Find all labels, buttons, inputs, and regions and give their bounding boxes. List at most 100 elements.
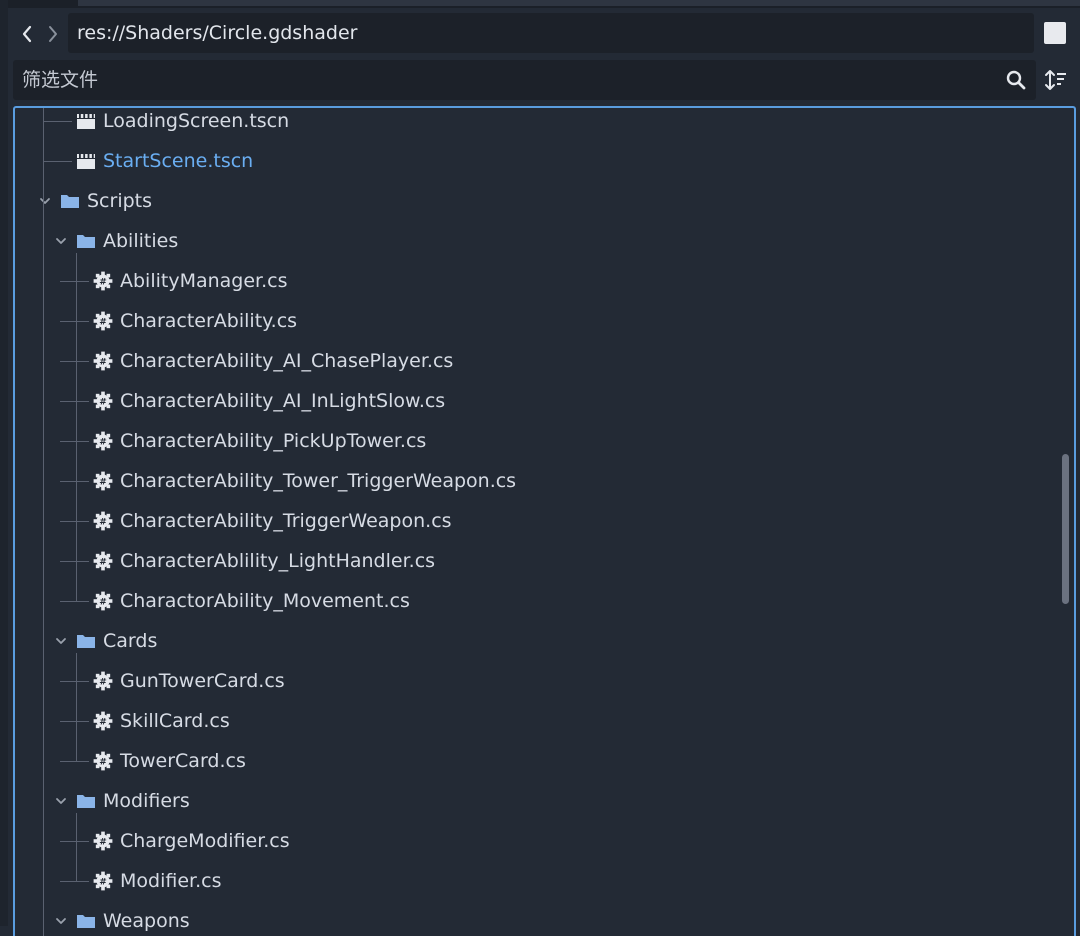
tree-guide-line — [76, 253, 77, 601]
tree-guide-line — [60, 841, 89, 842]
tree-guide-line — [43, 108, 44, 936]
tree-guide-line — [60, 441, 89, 442]
tree-guide-line — [60, 721, 89, 722]
tree-item-label: Cards — [103, 630, 158, 652]
tree-folder-row[interactable]: Cards — [15, 621, 1061, 661]
tree-item-label: CharacterAbility.cs — [120, 310, 298, 332]
tree-file-row[interactable]: # AbilityManager.cs — [15, 261, 1061, 301]
left-dock-edge — [0, 0, 8, 926]
csharp-script-icon: # — [93, 591, 113, 611]
tree-item-label: Weapons — [103, 910, 190, 932]
tree-file-row[interactable]: # SkillCard.cs — [15, 701, 1061, 741]
tree-guide-line — [60, 601, 89, 602]
svg-text:#: # — [99, 477, 107, 487]
folder-icon — [77, 235, 95, 248]
chevron-down-icon[interactable] — [55, 635, 67, 647]
tree-file-row[interactable]: LoadingScreen.tscn — [15, 108, 1061, 141]
tree-folder-row[interactable]: Modifiers — [15, 781, 1061, 821]
chevron-down-icon[interactable] — [39, 195, 51, 207]
svg-text:#: # — [99, 557, 107, 567]
tree-item-label: ChargeModifier.cs — [120, 830, 290, 852]
tree-guide-line — [60, 281, 89, 282]
tree-file-row[interactable]: # CharacterAbility_PickUpTower.cs — [15, 421, 1061, 461]
tree-guide-line — [60, 521, 89, 522]
tree-file-row[interactable]: # GunTowerCard.cs — [15, 661, 1061, 701]
tree-guide-line — [76, 653, 77, 761]
tree-item-label: TowerCard.cs — [120, 750, 246, 772]
filter-row: 筛选文件 — [13, 60, 1080, 100]
tree-file-row[interactable]: # CharacterAbility_Tower_TriggerWeapon.cs — [15, 461, 1061, 501]
svg-text:#: # — [99, 437, 107, 447]
svg-text:#: # — [99, 397, 107, 407]
filter-files-input[interactable]: 筛选文件 — [13, 60, 1036, 100]
tree-file-row[interactable]: # Modifier.cs — [15, 861, 1061, 901]
tree-guide-line — [43, 108, 44, 161]
svg-text:#: # — [99, 757, 107, 767]
csharp-script-icon: # — [93, 471, 113, 491]
back-button[interactable] — [14, 12, 40, 56]
tree-file-row[interactable]: # CharactorAbility_Movement.cs — [15, 581, 1061, 621]
tree-file-row[interactable]: # ChargeModifier.cs — [15, 821, 1061, 861]
tree-file-row[interactable]: StartScene.tscn — [15, 141, 1061, 181]
tree-file-row[interactable]: # CharacterAbility_AI_InLightSlow.cs — [15, 381, 1061, 421]
current-path-field[interactable]: res://Shaders/Circle.gdshader — [68, 13, 1034, 53]
svg-text:#: # — [99, 677, 107, 687]
tree-item-label: CharacterAbility_TriggerWeapon.cs — [120, 510, 452, 532]
csharp-script-icon: # — [93, 351, 113, 371]
svg-text:#: # — [99, 357, 107, 367]
tree-item-label: LoadingScreen.tscn — [103, 110, 290, 132]
chevron-down-icon[interactable] — [55, 795, 67, 807]
svg-text:#: # — [99, 877, 107, 887]
tree-file-row[interactable]: # CharacterAbility_AI_ChasePlayer.cs — [15, 341, 1061, 381]
tree-guide-line — [43, 121, 72, 122]
csharp-script-icon: # — [93, 511, 113, 531]
path-navigation-bar: res://Shaders/Circle.gdshader — [8, 12, 1080, 56]
tree-item-label: GunTowerCard.cs — [120, 670, 285, 692]
tree-item-label: CharacterAbility_AI_ChasePlayer.cs — [120, 350, 454, 372]
tree-guide-line — [60, 481, 89, 482]
tree-guide-line — [60, 561, 89, 562]
tree-folder-row[interactable]: Weapons — [15, 901, 1061, 936]
tree-item-label: AbilityManager.cs — [120, 270, 288, 292]
svg-text:#: # — [99, 317, 107, 327]
folder-icon — [77, 915, 95, 928]
tree-file-row[interactable]: # TowerCard.cs — [15, 741, 1061, 781]
tree-guide-line — [60, 401, 89, 402]
svg-text:#: # — [99, 517, 107, 527]
csharp-script-icon: # — [93, 711, 113, 731]
forward-button[interactable] — [40, 12, 66, 56]
tree-guide-line — [60, 321, 89, 322]
csharp-script-icon: # — [93, 671, 113, 691]
tree-item-label: CharacterAbility_PickUpTower.cs — [120, 430, 427, 452]
svg-text:#: # — [99, 597, 107, 607]
sort-icon[interactable] — [1043, 67, 1069, 93]
filesystem-tree[interactable]: LoadingScreen.tscn StartScene.tscn Scripts… — [13, 106, 1076, 936]
top-tab-strip — [0, 0, 1080, 8]
tree-item-label: Modifiers — [103, 790, 190, 812]
csharp-script-icon: # — [93, 551, 113, 571]
chevron-down-icon[interactable] — [55, 235, 67, 247]
svg-text:#: # — [99, 717, 107, 727]
tree-folder-row[interactable]: Scripts — [15, 181, 1061, 221]
csharp-script-icon: # — [93, 311, 113, 331]
tree-item-label: Scripts — [87, 190, 153, 212]
tree-file-row[interactable]: # CharacterAbility.cs — [15, 301, 1061, 341]
toggle-split-mode-button[interactable] — [1044, 22, 1066, 44]
tree-item-label: CharacterAbility_AI_InLightSlow.cs — [120, 390, 446, 412]
csharp-script-icon: # — [93, 751, 113, 771]
tree-file-row[interactable]: # CharacterAblility_LightHandler.cs — [15, 541, 1061, 581]
csharp-script-icon: # — [93, 871, 113, 891]
tree-item-label: SkillCard.cs — [120, 710, 230, 732]
folder-icon — [77, 795, 95, 808]
tree-file-row[interactable]: # CharacterAbility_TriggerWeapon.cs — [15, 501, 1061, 541]
tree-guide-line — [60, 761, 89, 762]
csharp-script-icon: # — [93, 391, 113, 411]
tree-item-label: Abilities — [103, 230, 179, 252]
tree-scrollbar-thumb[interactable] — [1062, 454, 1069, 604]
tree-item-label: Modifier.cs — [120, 870, 222, 892]
clapperboard-icon — [77, 114, 95, 129]
chevron-down-icon[interactable] — [55, 915, 67, 927]
tab-bar — [78, 0, 1080, 6]
csharp-script-icon: # — [93, 831, 113, 851]
tree-folder-row[interactable]: Abilities — [15, 221, 1061, 261]
